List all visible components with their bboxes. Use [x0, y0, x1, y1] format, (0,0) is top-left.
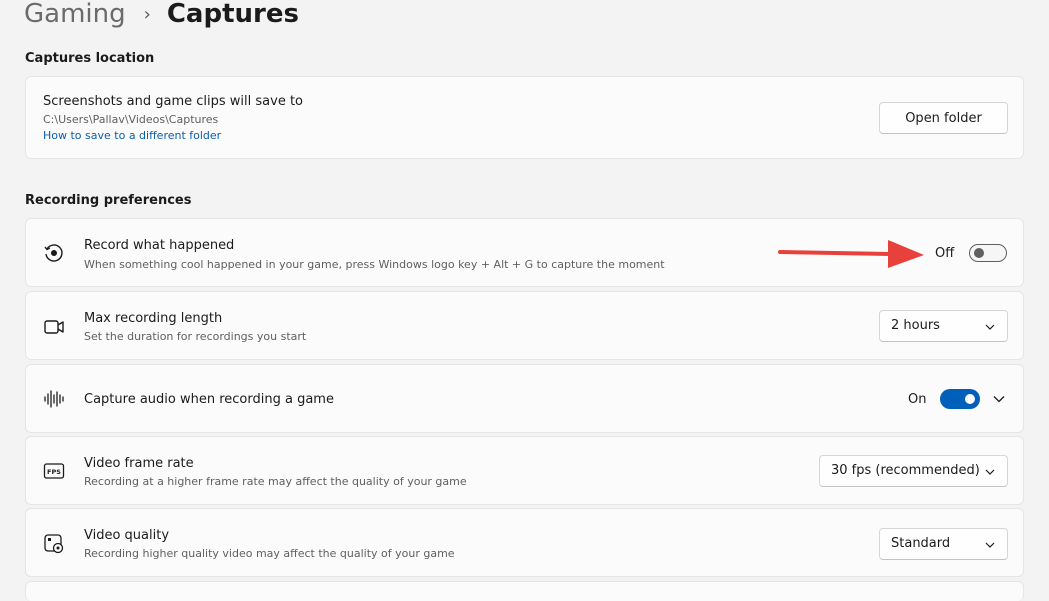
max-recording-length-dropdown[interactable]: 2 hours: [879, 310, 1008, 342]
next-setting-card: [25, 581, 1024, 601]
max-recording-length-title: Max recording length: [84, 311, 223, 326]
breadcrumb-separator-icon: ›: [143, 3, 151, 25]
chevron-down-icon: [985, 324, 995, 330]
video-quality-dropdown[interactable]: Standard: [879, 528, 1008, 560]
video-frame-rate-card: FPS Video frame rate Recording at a high…: [25, 436, 1024, 505]
chevron-down-icon: [985, 469, 995, 475]
record-what-happened-toggle[interactable]: [969, 244, 1007, 262]
capture-audio-state: On: [908, 392, 927, 407]
annotation-arrow-icon: [778, 240, 924, 268]
max-recording-length-card: Max recording length Set the duration fo…: [25, 291, 1024, 360]
chevron-down-icon[interactable]: [993, 393, 1005, 405]
capture-audio-toggle[interactable]: [940, 389, 980, 409]
video-quality-title: Video quality: [84, 528, 170, 543]
video-frame-rate-title: Video frame rate: [84, 456, 194, 471]
audio-waveform-icon: [44, 390, 64, 408]
max-recording-length-subtitle: Set the duration for recordings you star…: [84, 330, 307, 343]
captures-location-heading: Captures location: [25, 51, 155, 66]
record-what-happened-state: Off: [935, 246, 955, 261]
video-camera-icon: [44, 320, 64, 334]
video-quality-card: Video quality Recording higher quality v…: [25, 508, 1024, 577]
capture-audio-card: Capture audio when recording a game On: [25, 364, 1024, 433]
captures-location-title: Screenshots and game clips will save to: [43, 94, 304, 109]
recording-preferences-heading: Recording preferences: [25, 193, 192, 208]
breadcrumb: Gaming › Captures: [24, 0, 299, 32]
dropdown-value: 2 hours: [891, 318, 940, 333]
record-what-happened-subtitle: When something cool happened in your gam…: [84, 258, 665, 271]
record-what-happened-title: Record what happened: [84, 238, 235, 253]
breadcrumb-parent[interactable]: Gaming: [24, 0, 126, 29]
record-icon: [44, 244, 63, 262]
captures-location-card: Screenshots and game clips will save to …: [25, 76, 1024, 159]
toggle-knob: [965, 394, 975, 404]
dropdown-value: 30 fps (recommended): [831, 463, 980, 478]
svg-text:FPS: FPS: [47, 468, 61, 476]
toggle-knob: [974, 248, 984, 258]
open-folder-button[interactable]: Open folder: [879, 102, 1008, 134]
page-title: Captures: [166, 0, 299, 29]
video-quality-subtitle: Recording higher quality video may affec…: [84, 547, 455, 560]
video-settings-icon: [44, 534, 64, 554]
captures-path: C:\Users\Pallav\Videos\Captures: [43, 113, 219, 126]
chevron-down-icon: [985, 542, 995, 548]
video-frame-rate-subtitle: Recording at a higher frame rate may aff…: [84, 475, 467, 488]
dropdown-value: Standard: [891, 536, 951, 551]
different-folder-link[interactable]: How to save to a different folder: [43, 129, 221, 142]
fps-icon: FPS: [43, 463, 65, 479]
video-frame-rate-dropdown[interactable]: 30 fps (recommended): [819, 455, 1008, 487]
capture-audio-title: Capture audio when recording a game: [84, 392, 334, 407]
